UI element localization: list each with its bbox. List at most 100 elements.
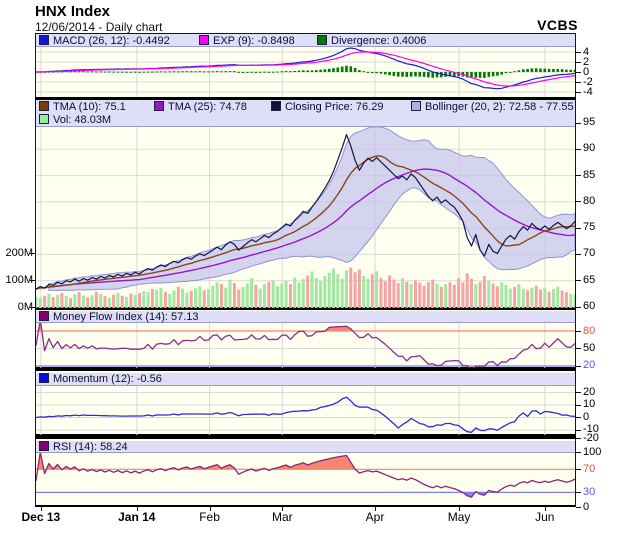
chart-subtitle: 12/06/2014 - Daily chart [35,20,162,34]
divergence-legend-label: Divergence: 0.4006 [331,35,426,47]
volume-bar-up [569,293,572,307]
volume-bar-up [242,286,245,307]
price-plot [36,127,575,308]
legend-item-tma10: TMA (10): 75.1 [39,101,126,113]
mfi-line [36,323,575,368]
tick-mark [576,254,581,255]
volume-bar-up [39,297,42,307]
legend-item-mfi: Money Flow Index (14): 57.13 [39,311,199,323]
volume-legend-label: Vol: 48.03M [53,114,111,126]
divergence-bar [224,71,227,72]
tick-mark [41,506,42,511]
volume-bar-down [52,297,55,308]
volume-bar-down [112,294,115,307]
volume-bar-up [298,282,301,308]
divergence-bar [548,69,551,72]
volume-bar-down [561,290,564,307]
divergence-bar [151,72,154,73]
x-tick-label: Jun [515,511,575,524]
volume-bar-down [237,289,240,307]
divergence-bar [207,71,210,72]
volume-bar-up [328,272,331,307]
volume-bar-down [449,282,452,308]
bollinger-legend-label: Bollinger (20, 2): 72.58 - 77.55 [425,101,574,113]
divergence-bar [130,72,133,73]
volume-bar-up [207,289,210,308]
divergence-bar [535,68,538,72]
divergence-bar [186,71,189,72]
volume-bar-down [479,282,482,308]
divergence-bar [414,72,417,76]
divergence-bar [168,71,171,72]
divergence-bar [177,71,180,72]
y-tick-label: 200M [2,248,33,259]
divergence-swatch-icon [317,35,327,45]
mfi-legend-bar: Money Flow Index (14): 57.13 [36,311,575,323]
volume-bar-up [65,296,68,308]
volume-bar-up [293,277,296,307]
volume-bar-up [116,292,119,307]
divergence-bar [319,70,322,72]
divergence-bar [194,71,197,72]
divergence-bar [427,72,430,77]
divergence-bar [315,70,318,72]
tick-mark [459,506,460,511]
divergence-bar [298,71,301,72]
volume-bar-down [392,279,395,307]
tick-mark [576,452,581,453]
volume-bar-up [211,285,214,307]
divergence-bar [552,69,555,72]
tma10-swatch-icon [39,101,49,111]
divergence-bar [367,72,370,73]
legend-item-close: Closing Price: 76.29 [271,101,383,113]
divergence-bar [380,72,383,74]
volume-bar-up [375,271,378,308]
divergence-bar [401,72,404,77]
momentum-legend-label: Momentum (12): -0.56 [53,373,162,385]
volume-bar-up [259,288,262,307]
volume-bar-up [216,282,219,308]
closing-price-swatch-icon [271,101,281,111]
volume-bar-down [349,267,352,308]
legend-item-tma25: TMA (25): 74.78 [154,101,247,113]
divergence-bar [268,72,271,73]
divergence-bar [539,69,542,72]
volume-bar-up [108,297,111,307]
legend-item-momentum: Momentum (12): -0.56 [39,373,162,385]
mfi-plot [36,323,575,368]
volume-bar-up [336,274,339,308]
y-tick-label: 10 [583,399,595,410]
volume-bar-down [397,283,400,308]
volume-bar-down [203,290,206,308]
volume-bar-up [181,288,184,307]
volume-bar-down [457,278,460,308]
divergence-bar [488,72,491,77]
y-tick-label: 70 [583,464,595,475]
tick-mark [30,307,35,308]
volume-bar-down [440,286,443,307]
divergence-bar [190,71,193,72]
y-tick-label: 80 [583,196,595,207]
tick-mark [576,149,581,150]
volume-bar-up [487,280,490,308]
divergence-bar [212,71,215,72]
volume-bar-down [164,291,167,307]
rsi-swatch-icon [39,441,49,451]
tick-mark [576,307,581,308]
volume-bar-down [358,269,361,307]
y-tick-label: 60 [583,301,595,312]
divergence-bar [492,72,495,76]
volume-bar-up [82,295,85,307]
divergence-bar [518,70,521,72]
volume-bar-up [185,292,188,307]
volume-bar-up [142,291,145,308]
divergence-bar [173,71,176,72]
volume-bar-down [190,290,193,307]
divergence-bar [531,68,534,72]
divergence-bar [99,71,102,72]
tick-mark [545,506,546,511]
divergence-bar [526,69,529,72]
x-tick-label: Dec 13 [11,511,71,524]
volume-bar-down [43,295,46,307]
volume-bar-up [91,295,94,308]
